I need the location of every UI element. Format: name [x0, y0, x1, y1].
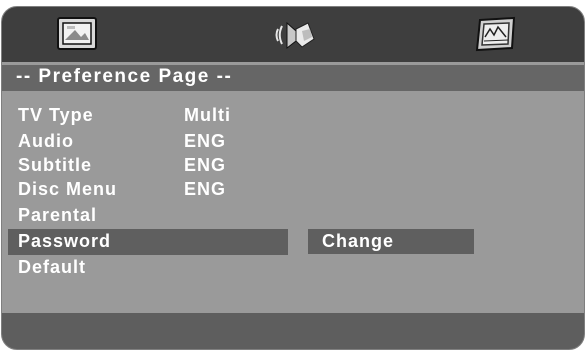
page-title: -- Preference Page --: [16, 66, 233, 87]
setup-tab-bar: [2, 7, 584, 62]
status-bar: [2, 313, 584, 349]
menu-item-label: Audio: [18, 131, 74, 151]
menu-item-label: TV Type: [18, 105, 94, 125]
menu-item-parental[interactable]: Parental: [2, 203, 584, 227]
menu-item-value: ENG: [184, 155, 227, 175]
setup-menu-screen: -- Preference Page -- TV Type Multi Audi…: [1, 6, 585, 350]
menu-item-label: Disc Menu: [18, 179, 118, 199]
tv-screen-icon[interactable]: [54, 15, 100, 53]
menu-item-password[interactable]: Password: [2, 229, 584, 255]
menu-item-default[interactable]: Default: [2, 255, 584, 279]
page-title-bar: -- Preference Page --: [2, 65, 584, 91]
menu-item-audio[interactable]: Audio ENG: [2, 129, 584, 153]
menu-item-label: Subtitle: [18, 155, 92, 175]
menu-item-subtitle[interactable]: Subtitle ENG: [2, 153, 584, 177]
menu-item-tv-type[interactable]: TV Type Multi: [2, 103, 584, 127]
menu-item-disc-menu[interactable]: Disc Menu ENG: [2, 177, 584, 201]
menu-item-label: Default: [18, 257, 87, 277]
preference-menu: TV Type Multi Audio ENG Subtitle ENG Dis…: [2, 93, 584, 313]
speaker-icon[interactable]: [272, 15, 318, 53]
submenu-option-change[interactable]: Change: [308, 229, 474, 254]
menu-item-value: ENG: [184, 131, 227, 151]
preference-picture-icon[interactable]: [472, 15, 518, 53]
menu-item-label: Password: [18, 231, 112, 251]
menu-item-value: ENG: [184, 179, 227, 199]
menu-item-value: Multi: [184, 105, 231, 125]
menu-item-label: Parental: [18, 205, 98, 225]
submenu-option-label: Change: [322, 231, 395, 251]
